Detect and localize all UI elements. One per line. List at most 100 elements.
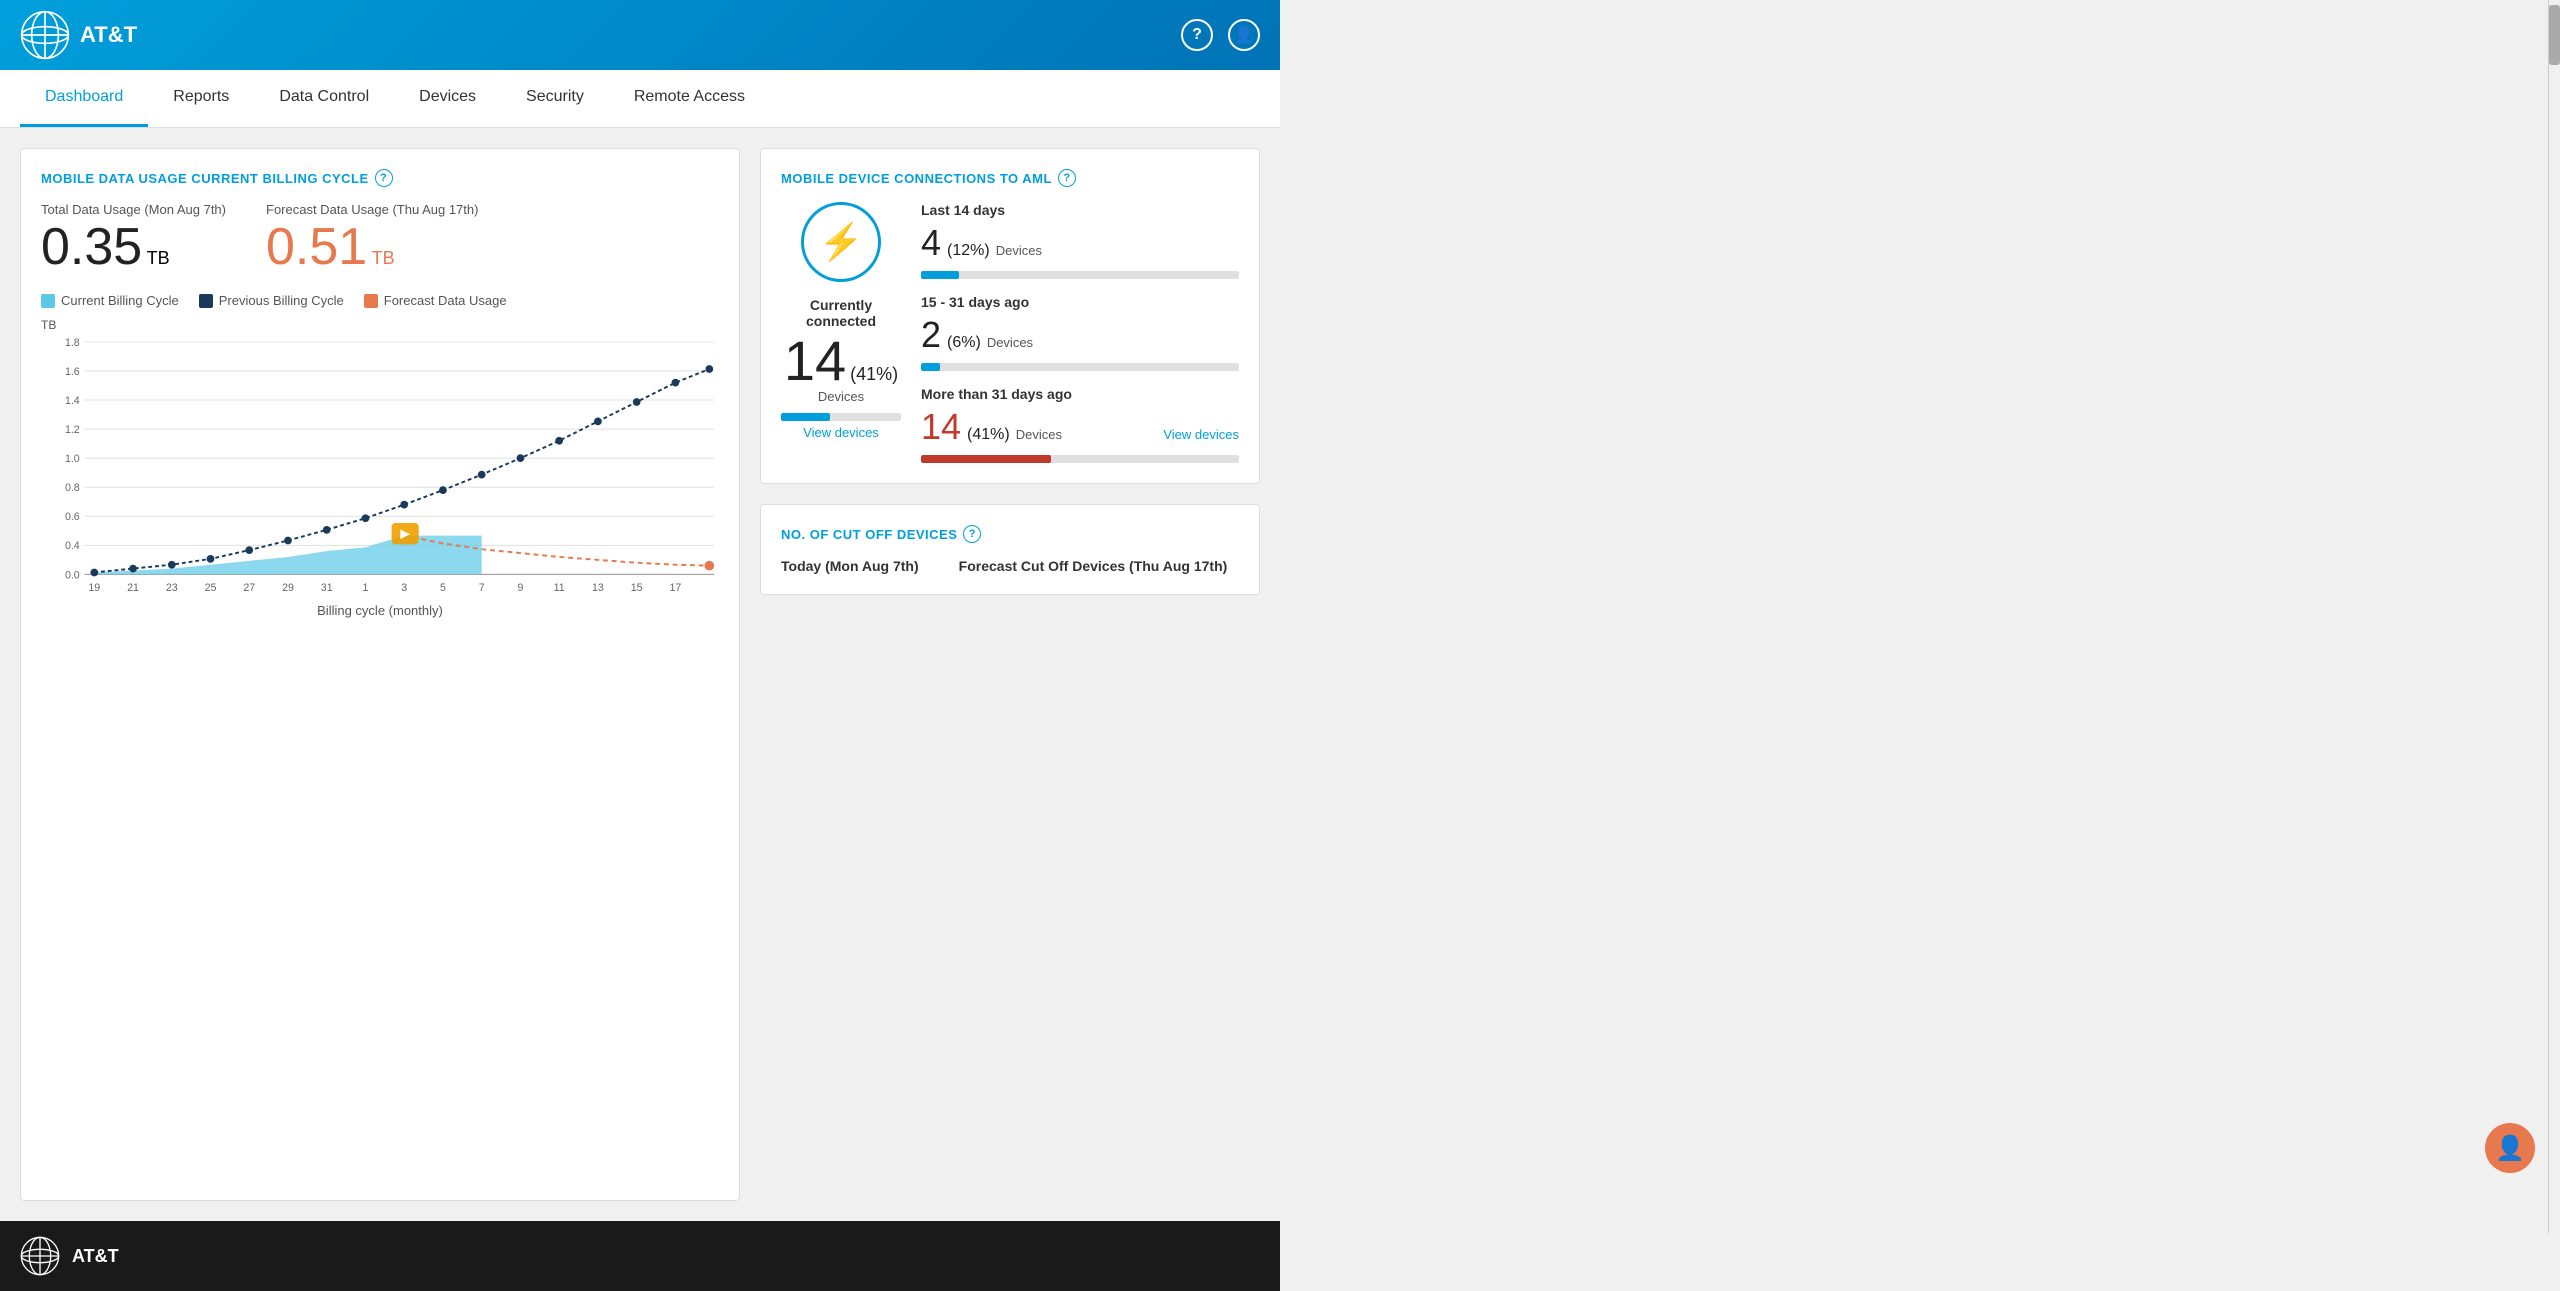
connected-progress-fill bbox=[781, 413, 830, 421]
legend-previous-label: Previous Billing Cycle bbox=[219, 293, 344, 308]
data-usage-title: MOBILE DATA USAGE CURRENT BILLING CYCLE … bbox=[41, 169, 719, 187]
user-button[interactable]: 👤 bbox=[1228, 19, 1260, 51]
footer-brand: AT&T bbox=[72, 1246, 119, 1267]
att-globe-icon bbox=[20, 10, 70, 60]
chart-area: TB 1.8 1.6 1.4 1.2 1.0 0.8 bbox=[41, 323, 719, 603]
connections-card: MOBILE DEVICE CONNECTIONS TO AML ? ⚡ Cur… bbox=[760, 148, 1260, 484]
svg-text:1: 1 bbox=[363, 582, 369, 594]
forecast-usage-unit: TB bbox=[372, 248, 395, 268]
view-devices-link-1[interactable]: View devices bbox=[803, 425, 879, 440]
stat-last-14: Last 14 days 4 (12%) Devices bbox=[921, 202, 1239, 279]
svg-text:▶: ▶ bbox=[400, 527, 410, 541]
svg-text:29: 29 bbox=[282, 582, 294, 594]
svg-text:5: 5 bbox=[440, 582, 446, 594]
svg-text:7: 7 bbox=[479, 582, 485, 594]
forecast-usage-value-row: 0.51 TB bbox=[266, 221, 478, 273]
stat-31-count-row: 14 (41%) Devices bbox=[921, 406, 1062, 448]
stat-last-14-pct: (12%) bbox=[947, 242, 990, 260]
legend-current-label: Current Billing Cycle bbox=[61, 293, 179, 308]
cutoff-title: NO. OF CUT OFF DEVICES ? bbox=[781, 525, 1239, 543]
chart-x-label: Billing cycle (monthly) bbox=[41, 603, 719, 618]
stat-31-devices: Devices bbox=[1016, 427, 1062, 442]
stat-31-title: More than 31 days ago bbox=[921, 386, 1072, 402]
help-button[interactable]: ? bbox=[1181, 19, 1213, 51]
main-content: MOBILE DATA USAGE CURRENT BILLING CYCLE … bbox=[0, 128, 1280, 1221]
legend-current-dot bbox=[41, 294, 55, 308]
svg-text:21: 21 bbox=[127, 582, 139, 594]
stat-31-plus: More than 31 days ago 14 (41%) Devices V… bbox=[921, 386, 1239, 463]
stat-last-14-devices: Devices bbox=[996, 243, 1042, 258]
svg-text:15: 15 bbox=[631, 582, 643, 594]
chat-bubble[interactable]: 👤 bbox=[2485, 1123, 2535, 1173]
forecast-usage-group: Forecast Data Usage (Thu Aug 17th) 0.51 … bbox=[266, 202, 478, 273]
stat-last-14-count: 4 bbox=[921, 222, 941, 264]
data-usage-panel: MOBILE DATA USAGE CURRENT BILLING CYCLE … bbox=[20, 148, 740, 1201]
svg-text:13: 13 bbox=[592, 582, 604, 594]
usage-metrics: Total Data Usage (Mon Aug 7th) 0.35 TB F… bbox=[41, 202, 719, 273]
cutoff-forecast-label: Forecast Cut Off Devices (Thu Aug 17th) bbox=[959, 558, 1228, 574]
stat-15-31-pct: (6%) bbox=[947, 334, 981, 352]
svg-text:25: 25 bbox=[205, 582, 217, 594]
cutoff-metrics: Today (Mon Aug 7th) Forecast Cut Off Dev… bbox=[781, 558, 1239, 574]
bolt-circle: ⚡ bbox=[801, 202, 881, 282]
bolt-icon: ⚡ bbox=[819, 221, 864, 263]
nav-reports[interactable]: Reports bbox=[148, 70, 254, 127]
forecast-usage-label: Forecast Data Usage (Thu Aug 17th) bbox=[266, 202, 478, 217]
connections-right: Last 14 days 4 (12%) Devices 15 - 31 day… bbox=[921, 202, 1239, 463]
nav-data-control[interactable]: Data Control bbox=[254, 70, 394, 127]
header: AT&T ? 👤 bbox=[0, 0, 1280, 70]
stat-last-14-row: 4 (12%) Devices bbox=[921, 222, 1239, 264]
chat-icon: 👤 bbox=[2495, 1134, 2525, 1163]
total-usage-value-row: 0.35 TB bbox=[41, 221, 226, 273]
scrollbar-thumb[interactable] bbox=[2549, 5, 2560, 65]
view-devices-link-2[interactable]: View devices bbox=[1163, 427, 1239, 442]
connections-left: ⚡ Currently connected 14 (41%) Devices V… bbox=[781, 202, 901, 463]
connected-devices-label: Devices bbox=[818, 389, 864, 404]
stat-31-row: 14 (41%) Devices View devices bbox=[921, 406, 1239, 448]
connected-progress-bar bbox=[781, 413, 901, 421]
stat-15-31-count: 2 bbox=[921, 314, 941, 356]
cutoff-card: NO. OF CUT OFF DEVICES ? Today (Mon Aug … bbox=[760, 504, 1260, 595]
svg-text:0.4: 0.4 bbox=[65, 540, 80, 552]
brand-name: AT&T bbox=[80, 22, 137, 48]
svg-text:11: 11 bbox=[554, 582, 565, 594]
cutoff-help-icon[interactable]: ? bbox=[963, 525, 981, 543]
data-usage-help-icon[interactable]: ? bbox=[375, 169, 393, 187]
connections-title: MOBILE DEVICE CONNECTIONS TO AML ? bbox=[781, 169, 1239, 187]
svg-text:9: 9 bbox=[517, 582, 523, 594]
scrollbar-track[interactable] bbox=[2548, 0, 2560, 1233]
stat-31-pct: (41%) bbox=[967, 426, 1010, 444]
nav-dashboard[interactable]: Dashboard bbox=[20, 70, 148, 127]
svg-text:23: 23 bbox=[166, 582, 178, 594]
nav-security[interactable]: Security bbox=[501, 70, 609, 127]
total-usage-label: Total Data Usage (Mon Aug 7th) bbox=[41, 202, 226, 217]
svg-text:1.8: 1.8 bbox=[65, 337, 80, 349]
nav-devices[interactable]: Devices bbox=[394, 70, 501, 127]
svg-text:1.2: 1.2 bbox=[65, 424, 80, 436]
footer-att-globe-icon bbox=[20, 1236, 60, 1276]
chart-legend: Current Billing Cycle Previous Billing C… bbox=[41, 293, 719, 308]
svg-text:0.8: 0.8 bbox=[65, 482, 80, 494]
cutoff-forecast: Forecast Cut Off Devices (Thu Aug 17th) bbox=[959, 558, 1228, 574]
forecast-usage-value: 0.51 bbox=[266, 218, 367, 276]
legend-forecast: Forecast Data Usage bbox=[364, 293, 507, 308]
connected-progress-wrap bbox=[781, 410, 901, 421]
connected-count: 14 bbox=[784, 333, 846, 389]
stat-15-31-title: 15 - 31 days ago bbox=[921, 294, 1239, 310]
svg-text:3: 3 bbox=[401, 582, 407, 594]
stat-last-14-fill bbox=[921, 271, 959, 279]
connections-help-icon[interactable]: ? bbox=[1058, 169, 1076, 187]
stat-15-31-row: 2 (6%) Devices bbox=[921, 314, 1239, 356]
nav-remote-access[interactable]: Remote Access bbox=[609, 70, 770, 127]
svg-text:1.4: 1.4 bbox=[65, 395, 80, 407]
legend-previous-dot bbox=[199, 294, 213, 308]
stat-31-count: 14 bbox=[921, 406, 961, 448]
svg-text:31: 31 bbox=[321, 582, 333, 594]
cutoff-today: Today (Mon Aug 7th) bbox=[781, 558, 919, 574]
header-icons: ? 👤 bbox=[1181, 19, 1260, 51]
stat-15-31-fill bbox=[921, 363, 940, 371]
stat-last-14-progress bbox=[921, 271, 1239, 279]
stat-15-31-devices: Devices bbox=[987, 335, 1033, 350]
legend-forecast-dot bbox=[364, 294, 378, 308]
total-usage-unit: TB bbox=[147, 248, 170, 268]
